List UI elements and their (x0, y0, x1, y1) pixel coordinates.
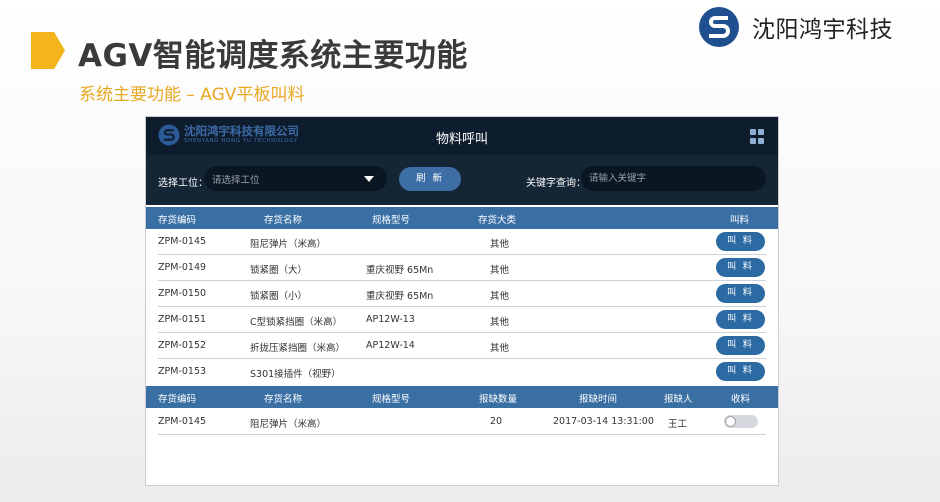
company-logo-icon (699, 7, 739, 47)
app-header: 沈阳鸿宇科技有限公司 SHENYANG HONG YU TECHNOLOGY 物… (146, 117, 778, 155)
cell-category: 其他 (490, 291, 510, 302)
cell-name: 锁紧圈（小） (250, 291, 308, 302)
keyword-search (581, 166, 766, 191)
materials-table-header: 存货编码 存货名称 规格型号 存货大类 叫料 (146, 207, 778, 229)
table-row: ZPM-0149 锁紧圈（大） 重庆视野 65Mn 其他 叫 料 (158, 255, 766, 281)
slide-subtitle: 系统主要功能 – AGV平板叫料 (79, 85, 305, 105)
title-marker-arrow (31, 32, 65, 69)
station-label: 选择工位： (158, 178, 208, 189)
cell-name: 锁紧圈（大） (250, 265, 308, 276)
cell-category: 其他 (490, 343, 510, 354)
toggle-knob (725, 416, 736, 427)
brand-name: 沈阳鸿宇科技 (752, 17, 893, 43)
station-select-value: 请选择工位 (212, 175, 260, 186)
header-name: 存货名称 (264, 215, 303, 226)
header-time: 报缺时间 (579, 394, 618, 405)
refresh-button[interactable]: 刷 新 (399, 167, 461, 191)
requests-table-header: 存货编码 存货名称 规格型号 报缺数量 报缺时间 报缺人 收料 (146, 386, 778, 408)
cell-reporter: 王工 (668, 419, 688, 430)
table-row: ZPM-0145 阻尼弹片（米高） 20 2017-03-14 13:31:00… (158, 409, 766, 435)
cell-code: ZPM-0152 (158, 340, 207, 351)
cell-category: 其他 (490, 265, 510, 276)
cell-category: 其他 (490, 317, 510, 328)
cell-code: ZPM-0150 (158, 288, 207, 299)
keyword-label: 关键字查询： (526, 178, 586, 189)
header-spec: 规格型号 (372, 394, 411, 405)
call-material-button[interactable]: 叫 料 (716, 258, 765, 277)
cell-name: S301接插件（视野） (250, 369, 341, 380)
cell-spec: AP12W-14 (366, 340, 415, 351)
cell-code: ZPM-0151 (158, 314, 207, 325)
header-receive: 收料 (731, 394, 751, 405)
call-material-button[interactable]: 叫 料 (716, 310, 765, 329)
app-title: 物料呼叫 (435, 132, 488, 147)
header-code: 存货编码 (158, 394, 197, 405)
header-name: 存货名称 (264, 394, 303, 405)
cell-name: 阻尼弹片（米高） (250, 419, 327, 430)
receive-toggle[interactable] (724, 415, 758, 428)
header-code: 存货编码 (158, 215, 197, 226)
cell-code: ZPM-0153 (158, 366, 207, 377)
table-row: ZPM-0151 C型锁紧挡圈（米高） AP12W-13 其他 叫 料 (158, 307, 766, 333)
table-row: ZPM-0150 锁紧圈（小） 重庆视野 65Mn 其他 叫 料 (158, 281, 766, 307)
cell-name: 阻尼弹片（米高） (250, 239, 327, 250)
filter-toolbar: 选择工位： 请选择工位 刷 新 关键字查询： (146, 155, 778, 205)
cell-quantity: 20 (490, 416, 503, 427)
slide-title: AGV智能调度系统主要功能 (78, 38, 468, 74)
cell-code: ZPM-0145 (158, 236, 207, 247)
keyword-search-input[interactable] (581, 166, 766, 191)
table-row: ZPM-0153 S301接插件（视野） 叫 料 (158, 359, 766, 385)
cell-name: 折拢压紧挡圈（米高） (250, 343, 346, 354)
call-material-button[interactable]: 叫 料 (716, 362, 765, 381)
cell-name: C型锁紧挡圈（米高） (250, 317, 343, 328)
caret-down-icon (364, 176, 374, 182)
table-row: ZPM-0145 阻尼弹片（米高） 其他 叫 料 (158, 229, 766, 255)
table-row: ZPM-0152 折拢压紧挡圈（米高） AP12W-14 其他 叫 料 (158, 333, 766, 359)
cell-code: ZPM-0149 (158, 262, 207, 273)
header-call: 叫料 (730, 215, 750, 226)
cell-spec: 重庆视野 65Mn (366, 291, 434, 302)
header-quantity: 报缺数量 (479, 394, 518, 405)
cell-code: ZPM-0145 (158, 416, 207, 427)
header-category: 存货大类 (478, 215, 517, 226)
app-window: 沈阳鸿宇科技有限公司 SHENYANG HONG YU TECHNOLOGY 物… (145, 116, 779, 486)
cell-time: 2017-03-14 13:31:00 (553, 416, 654, 427)
call-material-button[interactable]: 叫 料 (716, 336, 765, 355)
brand: 沈阳鸿宇科技 (698, 6, 893, 48)
call-material-button[interactable]: 叫 料 (716, 284, 765, 303)
call-material-button[interactable]: 叫 料 (716, 232, 765, 251)
header-spec: 规格型号 (372, 215, 411, 226)
station-select[interactable]: 请选择工位 (204, 166, 387, 191)
cell-spec: AP12W-13 (366, 314, 415, 325)
header-reporter: 报缺人 (664, 394, 693, 405)
cell-category: 其他 (490, 239, 510, 250)
grid-menu-icon[interactable] (750, 129, 765, 144)
cell-spec: 重庆视野 65Mn (366, 265, 434, 276)
